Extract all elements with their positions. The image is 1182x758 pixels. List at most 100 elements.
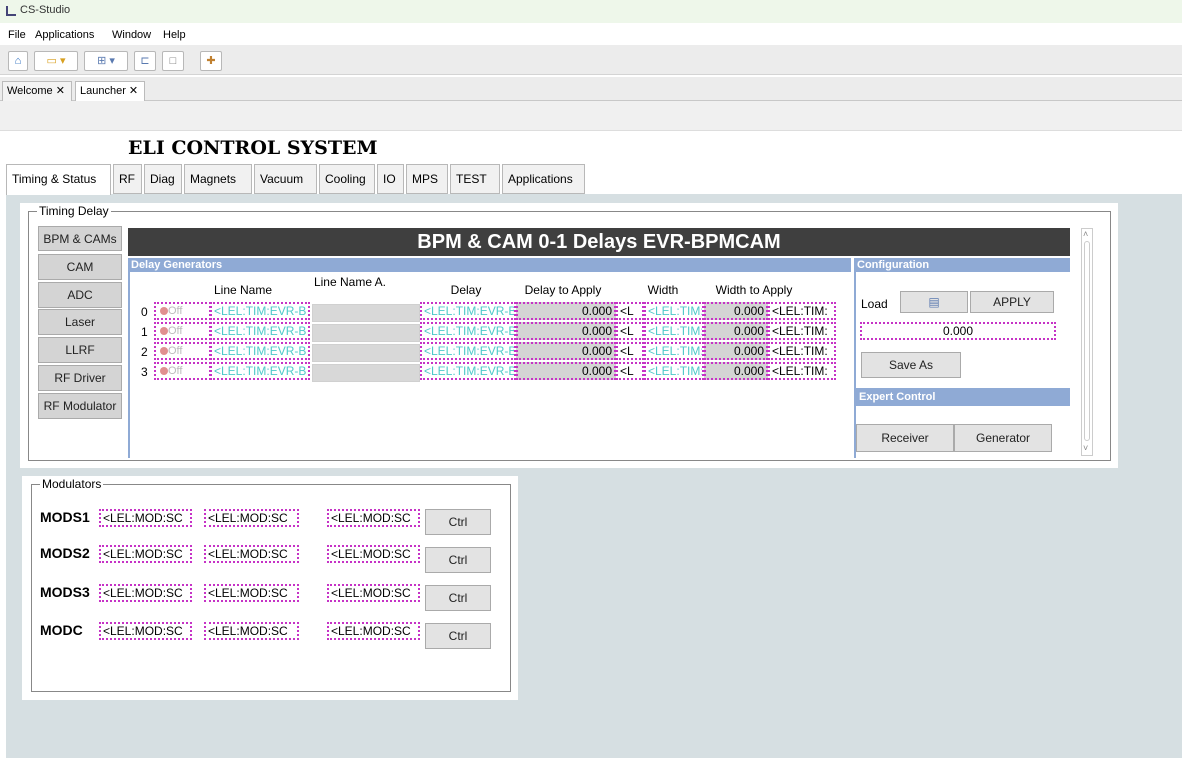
- tab-mps[interactable]: MPS: [406, 164, 448, 194]
- mod-pv: <LEL:MOD:SC: [204, 584, 299, 602]
- ctrl-button[interactable]: Ctrl: [425, 623, 491, 649]
- scroll-down-icon[interactable]: ˅: [1083, 443, 1088, 453]
- modulators-title: Modulators: [40, 477, 104, 491]
- tab-welcome[interactable]: Welcome ✕: [2, 81, 72, 101]
- led-label: Off: [168, 345, 183, 357]
- line-name-pv: <LEL:TIM:EVR-B: [210, 302, 310, 320]
- delay-pv: <LEL:TIM:EVR-B: [420, 302, 516, 320]
- menu-window[interactable]: Window: [112, 29, 151, 41]
- width-readback-pv: <LEL:TIM:: [768, 322, 836, 340]
- mod-pv: <LEL:MOD:SC: [99, 545, 192, 563]
- receiver-button[interactable]: Receiver: [856, 424, 954, 452]
- delay-pv: <LEL:TIM:EVR-B: [420, 322, 516, 340]
- width-readback-pv: <LEL:TIM:: [768, 362, 836, 380]
- line-name-pv: <LEL:TIM:EVR-B: [210, 342, 310, 360]
- row-index: 3: [141, 365, 148, 379]
- line-name-a-field[interactable]: [312, 304, 420, 322]
- load-file-icon[interactable]: ▤: [900, 291, 968, 313]
- width-to-apply-input[interactable]: 0.000: [704, 322, 768, 340]
- menu-applications[interactable]: Applications: [35, 29, 94, 41]
- line-name-a-field[interactable]: [312, 344, 420, 362]
- tree-icon[interactable]: ⊏: [134, 51, 156, 71]
- line-name-pv: <LEL:TIM:EVR-B: [210, 362, 310, 380]
- mod-pv: <LEL:MOD:SC: [99, 622, 192, 640]
- tab-test[interactable]: TEST: [450, 164, 500, 194]
- tab-timing-status[interactable]: Timing & Status: [6, 164, 111, 195]
- delay-to-apply-input[interactable]: 0.000: [516, 362, 616, 380]
- scrollbar[interactable]: ˄ ˅: [1081, 228, 1093, 456]
- ctrl-button[interactable]: Ctrl: [425, 547, 491, 573]
- llrf-button[interactable]: LLRF: [38, 337, 122, 363]
- delay-readback-pv: <L: [616, 342, 644, 360]
- width-pv: <LEL:TIM:: [644, 342, 704, 360]
- save-as-button[interactable]: Save As: [861, 352, 961, 378]
- mod-pv: <LEL:MOD:SC: [327, 509, 420, 527]
- mod-pv: <LEL:MOD:SC: [99, 509, 192, 527]
- menu-file[interactable]: File: [8, 29, 26, 41]
- new-file-icon[interactable]: □: [162, 51, 184, 71]
- delay-readback-pv: <L: [616, 302, 644, 320]
- tab-magnets[interactable]: Magnets: [184, 164, 252, 194]
- laser-button[interactable]: Laser: [38, 309, 122, 335]
- delay-to-apply-input[interactable]: 0.000: [516, 342, 616, 360]
- delay-to-apply-input[interactable]: 0.000: [516, 302, 616, 320]
- mod-pv: <LEL:MOD:SC: [204, 509, 299, 527]
- ctrl-button[interactable]: Ctrl: [425, 509, 491, 535]
- tab-io[interactable]: IO: [377, 164, 404, 194]
- config-value-input[interactable]: 0.000: [860, 322, 1056, 340]
- modc-label: MODC: [40, 622, 83, 638]
- mods3-label: MODS3: [40, 584, 90, 600]
- col-delay: Delay: [450, 283, 482, 297]
- led-label: Off: [168, 325, 183, 337]
- tab-vacuum[interactable]: Vacuum: [254, 164, 317, 194]
- tab-diag[interactable]: Diag: [144, 164, 182, 194]
- cam-button[interactable]: CAM: [38, 254, 122, 280]
- rf-driver-button[interactable]: RF Driver: [38, 365, 122, 391]
- scroll-up-icon[interactable]: ˄: [1083, 229, 1088, 239]
- delay-pv: <LEL:TIM:EVR-B: [420, 362, 516, 380]
- status-led: Off: [154, 322, 211, 340]
- col-delay-to-apply: Delay to Apply: [524, 283, 602, 297]
- row-index: 2: [141, 345, 148, 359]
- bpm-cams-button[interactable]: BPM & CAMs: [38, 226, 122, 251]
- status-led: Off: [154, 342, 211, 360]
- load-label: Load: [861, 297, 888, 311]
- delay-to-apply-input[interactable]: 0.000: [516, 322, 616, 340]
- home-icon[interactable]: ⌂: [8, 51, 28, 71]
- width-to-apply-input[interactable]: 0.000: [704, 342, 768, 360]
- adc-button[interactable]: ADC: [38, 282, 122, 308]
- editor-tab-strip: Welcome ✕ Launcher ✕: [0, 77, 1182, 101]
- title-bar: CS-Studio: [0, 0, 1182, 23]
- tab-rf[interactable]: RF: [113, 164, 142, 194]
- timing-delay-title: Timing Delay: [37, 204, 111, 218]
- tab-cooling[interactable]: Cooling: [319, 164, 375, 194]
- generator-button[interactable]: Generator: [954, 424, 1052, 452]
- scroll-thumb[interactable]: [1084, 241, 1090, 441]
- mods1-label: MODS1: [40, 509, 90, 525]
- width-pv: <LEL:TIM:: [644, 362, 704, 380]
- row-index: 0: [141, 305, 148, 319]
- line-name-a-field[interactable]: [312, 364, 420, 382]
- col-width-to-apply: Width to Apply: [715, 283, 793, 297]
- width-to-apply-input[interactable]: 0.000: [704, 362, 768, 380]
- ctrl-button[interactable]: Ctrl: [425, 585, 491, 611]
- layout-icon[interactable]: ⊞ ▾: [84, 51, 128, 71]
- width-pv: <LEL:TIM:: [644, 302, 704, 320]
- delays-panel: BPM & CAM 0-1 Delays EVR-BPMCAM Delay Ge…: [128, 228, 1070, 458]
- col-width: Width: [647, 283, 679, 297]
- col-line-name: Line Name: [213, 283, 273, 297]
- mod-pv: <LEL:MOD:SC: [327, 584, 420, 602]
- width-readback-pv: <LEL:TIM:: [768, 342, 836, 360]
- width-to-apply-input[interactable]: 0.000: [704, 302, 768, 320]
- page-title: ELI CONTROL SYSTEM: [128, 137, 378, 159]
- open-folder-icon[interactable]: ▭ ▾: [34, 51, 78, 71]
- perspective-icon[interactable]: ✚: [200, 51, 222, 71]
- line-name-a-field[interactable]: [312, 324, 420, 342]
- apply-button[interactable]: APPLY: [970, 291, 1054, 313]
- mod-pv: <LEL:MOD:SC: [99, 584, 192, 602]
- delay-readback-pv: <L: [616, 322, 644, 340]
- menu-help[interactable]: Help: [163, 29, 186, 41]
- rf-modulator-button[interactable]: RF Modulator: [38, 393, 122, 419]
- tab-launcher[interactable]: Launcher ✕: [75, 81, 145, 101]
- tab-applications[interactable]: Applications: [502, 164, 585, 194]
